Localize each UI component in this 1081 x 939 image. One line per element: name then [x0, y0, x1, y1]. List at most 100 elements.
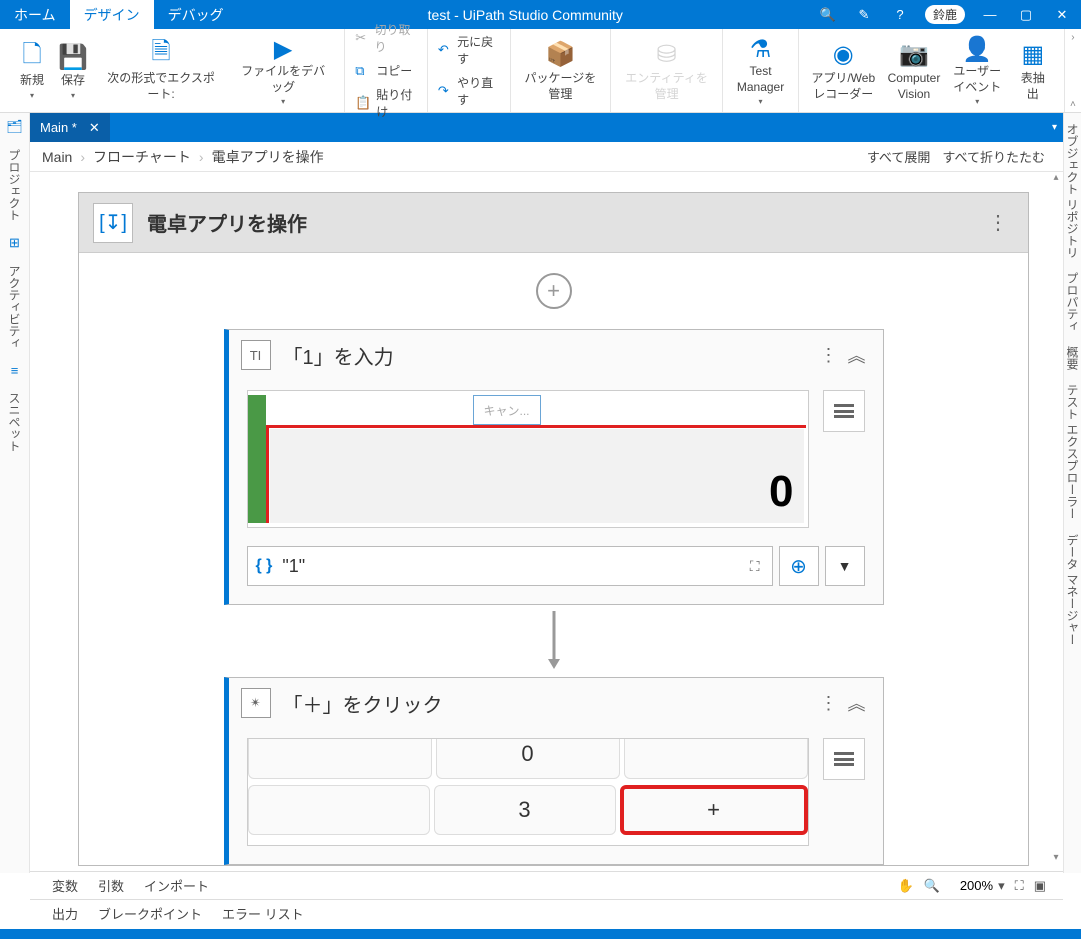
expression-input[interactable]: { } "1" ⛶ — [247, 546, 773, 586]
breadcrumb-item[interactable]: 電卓アプリを操作 — [212, 147, 324, 167]
close-tab-icon[interactable]: ✕ — [89, 120, 100, 136]
save-button[interactable]: 💾保存▾ — [52, 32, 94, 110]
document-tab-label: Main * — [40, 120, 77, 135]
expr-dropdown-icon[interactable]: ▼ — [825, 546, 865, 586]
target-preview[interactable]: キャン... 0 — [247, 390, 809, 528]
activity-title: 「＋」をクリック — [283, 689, 443, 718]
user-events-button[interactable]: 👤ユーザー イベント▾ — [947, 32, 1008, 110]
breakpoints-tab[interactable]: ブレークポイント — [88, 904, 212, 923]
pan-icon[interactable]: ✋ — [893, 878, 919, 894]
designer-footer: 変数 引数 インポート ✋ 🔍 ▾ ⛶ ▣ — [30, 871, 1063, 899]
add-expr-button[interactable]: ⊕ — [779, 546, 819, 586]
activity-collapse-icon[interactable]: ︽ — [843, 689, 871, 717]
user-badge[interactable]: 鈴鹿 — [925, 5, 965, 24]
imports-tab[interactable]: インポート — [134, 876, 219, 895]
calc-key-3: 3 — [434, 785, 616, 835]
recorder-button[interactable]: ◉アプリ/Web レコーダー — [805, 32, 881, 110]
zoom-input[interactable] — [945, 878, 993, 893]
expression-value: "1" — [282, 556, 735, 577]
zoom-icon[interactable]: 🔍 — [919, 878, 945, 894]
sequence-icon: [↧] — [93, 203, 133, 243]
calc-key-plus: + — [620, 785, 808, 835]
export-button[interactable]: 🗎次の形式でエクスポート: — [94, 32, 228, 110]
breadcrumb-bar: Main› フローチャート› 電卓アプリを操作 すべて展開 すべて折りたたむ — [30, 142, 1063, 172]
rail-properties[interactable]: プロパティ — [1062, 268, 1081, 336]
sequence-menu-icon[interactable]: ⋮ — [982, 210, 1014, 235]
activities-icon: ⊞ — [9, 235, 20, 251]
expand-all-link[interactable]: すべて展開 — [861, 147, 937, 166]
undo-button[interactable]: ↶元に戻す — [434, 31, 504, 69]
document-tabbar: Main * ✕ ▾ — [30, 113, 1063, 142]
overview-icon[interactable]: ▣ — [1029, 878, 1051, 894]
expand-expr-icon[interactable]: ⛶ — [746, 558, 764, 575]
target-options-button[interactable] — [823, 390, 865, 432]
redo-button[interactable]: ↷やり直す — [434, 72, 504, 110]
tab-dropdown-icon[interactable]: ▾ — [1046, 122, 1063, 133]
activity-click[interactable]: ✴ 「＋」をクリック ⋮ ︽ 0 — [224, 677, 884, 865]
new-button[interactable]: 🗋新規▾ — [12, 32, 52, 110]
ribbon: 🗋新規▾ 💾保存▾ 🗎次の形式でエクスポート: ▶ファイルをデバッグ▾ ✂切り取… — [0, 29, 1081, 113]
debug-file-button[interactable]: ▶ファイルをデバッグ▾ — [228, 32, 338, 110]
breadcrumb-item[interactable]: フローチャート — [93, 147, 191, 167]
project-icon: 🗂 — [6, 119, 23, 135]
target-cancel-label: キャン... — [473, 395, 541, 425]
test-manager-button[interactable]: ⚗Test Manager▾ — [729, 32, 792, 110]
zoom-dropdown-icon[interactable]: ▾ — [993, 878, 1010, 894]
activity-menu-icon[interactable]: ⋮ — [815, 341, 843, 369]
window-title: test - UiPath Studio Community — [238, 0, 813, 29]
rail-activities[interactable]: アクティビティ — [4, 261, 25, 353]
tab-design[interactable]: デザイン — [70, 0, 154, 29]
scroll-up-icon[interactable]: ▴ — [1053, 172, 1058, 188]
tab-debug[interactable]: デバッグ — [154, 0, 238, 29]
ribbon-collapse-icon[interactable]: ˄ — [1065, 96, 1081, 112]
manage-packages-button[interactable]: 📦パッケージを 管理 — [517, 32, 605, 110]
cut-button[interactable]: ✂切り取り — [351, 19, 421, 57]
close-icon[interactable]: ✕ — [1047, 0, 1077, 29]
maximize-icon[interactable]: ▢ — [1011, 0, 1041, 29]
variables-tab[interactable]: 変数 — [42, 876, 88, 895]
activity-menu-icon[interactable]: ⋮ — [815, 689, 843, 717]
copy-button[interactable]: ⧉コピー — [351, 60, 421, 81]
rail-outline[interactable]: 概要 — [1062, 342, 1081, 374]
tab-home[interactable]: ホーム — [0, 0, 70, 29]
collapse-all-link[interactable]: すべて折りたたむ — [936, 147, 1051, 166]
ribbon-scroll-right-icon[interactable]: › — [1065, 29, 1081, 45]
help-icon[interactable]: ? — [885, 0, 915, 29]
breadcrumb-item[interactable]: Main — [42, 149, 72, 165]
minimize-icon[interactable]: — — [975, 0, 1005, 29]
target-options-button[interactable] — [823, 738, 865, 780]
feedback-icon[interactable]: ✎ — [849, 0, 879, 29]
main-tabs: ホーム デザイン デバッグ — [0, 0, 238, 29]
cv-button[interactable]: 📷Computer Vision — [881, 32, 947, 110]
activity-collapse-icon[interactable]: ︽ — [843, 341, 871, 369]
rail-data-manager[interactable]: データ マネージャー — [1062, 530, 1081, 649]
scroll-down-icon[interactable]: ▾ — [1053, 852, 1058, 868]
table-extract-button[interactable]: ▦表抽出 — [1008, 32, 1058, 110]
type-into-icon: TI — [241, 340, 271, 370]
snippets-icon: ≡ — [11, 363, 19, 378]
fit-screen-icon[interactable]: ⛶ — [1010, 878, 1029, 894]
flow-arrow — [544, 605, 564, 677]
breadcrumb: Main› フローチャート› 電卓アプリを操作 — [42, 147, 324, 167]
sequence-title: 電卓アプリを操作 — [147, 208, 307, 237]
status-bar — [0, 929, 1081, 939]
output-tab[interactable]: 出力 — [42, 904, 88, 923]
rail-test-explorer[interactable]: テスト エクスプローラー — [1062, 380, 1081, 523]
rail-project[interactable]: プロジェクト — [4, 145, 25, 225]
designer-canvas: ▴ ▾ [↧] 電卓アプリを操作 ⋮ + TI 「1」を入力 ⋮ — [30, 172, 1063, 868]
search-icon[interactable]: 🔍 — [813, 0, 843, 29]
error-list-tab[interactable]: エラー リスト — [212, 904, 314, 923]
activity-type-into[interactable]: TI 「1」を入力 ⋮ ︽ キャン... 0 — [224, 329, 884, 605]
brace-icon: { } — [256, 557, 273, 575]
titlebar: ホーム デザイン デバッグ test - UiPath Studio Commu… — [0, 0, 1081, 29]
manage-entities-button[interactable]: ⛁エンティティを 管理 — [617, 32, 716, 110]
target-preview[interactable]: 0 3 + — [247, 738, 809, 846]
click-icon: ✴ — [241, 688, 271, 718]
rail-snippets[interactable]: スニペット — [4, 388, 25, 456]
add-activity-button[interactable]: + — [536, 273, 572, 309]
document-tab-main[interactable]: Main * ✕ — [30, 113, 110, 142]
sequence-container[interactable]: [↧] 電卓アプリを操作 ⋮ + TI 「1」を入力 ⋮ ︽ — [78, 192, 1029, 866]
sequence-header[interactable]: [↧] 電卓アプリを操作 ⋮ — [79, 193, 1028, 253]
rail-object-repo[interactable]: オブジェクト リポジトリ — [1062, 119, 1081, 262]
arguments-tab[interactable]: 引数 — [88, 876, 134, 895]
